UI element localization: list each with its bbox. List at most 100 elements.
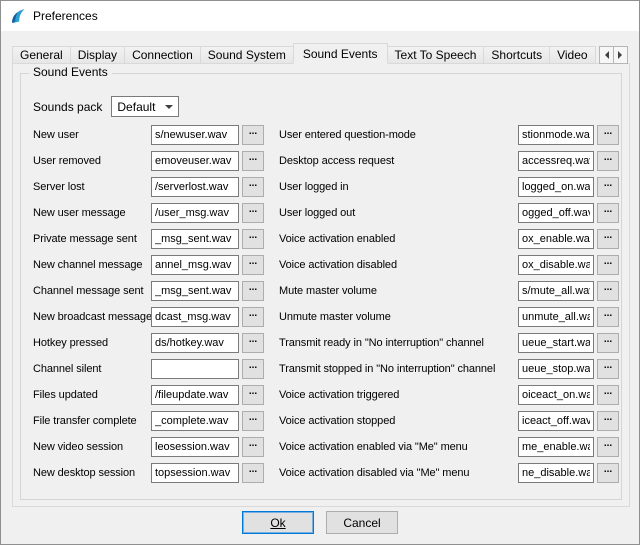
event-label: Voice activation stopped: [279, 415, 518, 427]
event-file-input[interactable]: [518, 203, 594, 223]
tab-bar: GeneralDisplayConnectionSound SystemSoun…: [12, 42, 610, 64]
event-label: Voice activation enabled: [279, 233, 518, 245]
event-file-input[interactable]: [151, 385, 239, 405]
browse-button[interactable]: ...: [242, 385, 264, 405]
event-file-input[interactable]: [518, 307, 594, 327]
event-file-input[interactable]: [151, 177, 239, 197]
sounds-pack-label: Sounds pack: [33, 100, 102, 114]
tab-scroll-control: [600, 46, 628, 64]
event-label: File transfer complete: [33, 415, 151, 427]
sound-event-row: New user...: [33, 122, 271, 148]
event-file-input[interactable]: [151, 333, 239, 353]
event-label: Unmute master volume: [279, 311, 518, 323]
browse-button[interactable]: ...: [597, 203, 619, 223]
browse-button[interactable]: ...: [242, 437, 264, 457]
event-file-input[interactable]: [151, 151, 239, 171]
event-file-input[interactable]: [151, 307, 239, 327]
browse-button[interactable]: ...: [242, 281, 264, 301]
event-label: Mute master volume: [279, 285, 518, 297]
tab-text-to-speech[interactable]: Text To Speech: [387, 46, 485, 64]
event-label: Channel message sent: [33, 285, 151, 297]
event-file-input[interactable]: [518, 177, 594, 197]
sound-event-row: User logged in...: [279, 174, 619, 200]
browse-button[interactable]: ...: [597, 125, 619, 145]
sound-event-row: Private message sent...: [33, 226, 271, 252]
event-file-input[interactable]: [518, 151, 594, 171]
event-label: Private message sent: [33, 233, 151, 245]
event-file-input[interactable]: [518, 437, 594, 457]
tab-video[interactable]: Video: [549, 46, 595, 64]
event-label: Voice activation disabled via "Me" menu: [279, 467, 518, 479]
browse-button[interactable]: ...: [597, 255, 619, 275]
sounds-pack-select[interactable]: Default: [111, 96, 179, 117]
event-columns: New user...User removed...Server lost...…: [33, 122, 619, 486]
event-label: New broadcast message: [33, 311, 151, 323]
browse-button[interactable]: ...: [242, 463, 264, 483]
tab-sound-events[interactable]: Sound Events: [293, 43, 388, 64]
cancel-button-label: Cancel: [343, 516, 380, 530]
event-file-input[interactable]: [518, 281, 594, 301]
browse-button[interactable]: ...: [242, 203, 264, 223]
tab-general[interactable]: General: [12, 46, 71, 64]
tab-display[interactable]: Display: [70, 46, 125, 64]
ok-button[interactable]: Ok: [242, 511, 314, 534]
event-file-input[interactable]: [518, 229, 594, 249]
tab-shortcuts[interactable]: Shortcuts: [483, 46, 550, 64]
event-file-input[interactable]: [518, 125, 594, 145]
browse-button[interactable]: ...: [242, 307, 264, 327]
event-file-input[interactable]: [518, 255, 594, 275]
browse-button[interactable]: ...: [597, 333, 619, 353]
tab-scroll-right-button[interactable]: [613, 46, 628, 64]
event-file-input[interactable]: [151, 125, 239, 145]
event-file-input[interactable]: [151, 359, 239, 379]
event-label: User logged out: [279, 207, 518, 219]
browse-button[interactable]: ...: [597, 385, 619, 405]
sound-event-row: Unmute master volume...: [279, 304, 619, 330]
browse-button[interactable]: ...: [597, 359, 619, 379]
browse-button[interactable]: ...: [597, 463, 619, 483]
event-label: New user message: [33, 207, 151, 219]
browse-button[interactable]: ...: [597, 437, 619, 457]
browse-button[interactable]: ...: [242, 411, 264, 431]
event-file-input[interactable]: [151, 229, 239, 249]
browse-button[interactable]: ...: [597, 151, 619, 171]
browse-button[interactable]: ...: [597, 411, 619, 431]
group-title: Sound Events: [29, 65, 112, 79]
titlebar: Preferences: [1, 1, 639, 31]
sound-event-row: New desktop session...: [33, 460, 271, 486]
browse-button[interactable]: ...: [597, 229, 619, 249]
browse-button[interactable]: ...: [597, 177, 619, 197]
browse-button[interactable]: ...: [242, 333, 264, 353]
browse-button[interactable]: ...: [242, 177, 264, 197]
event-label: Voice activation triggered: [279, 389, 518, 401]
event-file-input[interactable]: [518, 411, 594, 431]
event-file-input[interactable]: [518, 359, 594, 379]
sounds-pack-row: Sounds pack Default: [33, 96, 179, 117]
tab-sound-system[interactable]: Sound System: [200, 46, 294, 64]
browse-button[interactable]: ...: [242, 125, 264, 145]
browse-button[interactable]: ...: [242, 151, 264, 171]
event-file-input[interactable]: [151, 463, 239, 483]
browse-button[interactable]: ...: [242, 255, 264, 275]
event-label: New channel message: [33, 259, 151, 271]
sound-event-row: Voice activation triggered...: [279, 382, 619, 408]
cancel-button[interactable]: Cancel: [326, 511, 398, 534]
event-file-input[interactable]: [151, 411, 239, 431]
tab-scroll-left-button[interactable]: [599, 46, 614, 64]
event-file-input[interactable]: [518, 333, 594, 353]
browse-button[interactable]: ...: [242, 229, 264, 249]
event-file-input[interactable]: [518, 385, 594, 405]
sound-event-row: Desktop access request...: [279, 148, 619, 174]
browse-button[interactable]: ...: [597, 307, 619, 327]
browse-button[interactable]: ...: [242, 359, 264, 379]
event-file-input[interactable]: [151, 203, 239, 223]
sound-event-row: Voice activation disabled via "Me" menu.…: [279, 460, 619, 486]
browse-button[interactable]: ...: [597, 281, 619, 301]
event-file-input[interactable]: [518, 463, 594, 483]
tab-connection[interactable]: Connection: [124, 46, 201, 64]
sound-event-row: New user message...: [33, 200, 271, 226]
sound-event-row: User logged out...: [279, 200, 619, 226]
event-file-input[interactable]: [151, 437, 239, 457]
event-file-input[interactable]: [151, 281, 239, 301]
event-file-input[interactable]: [151, 255, 239, 275]
